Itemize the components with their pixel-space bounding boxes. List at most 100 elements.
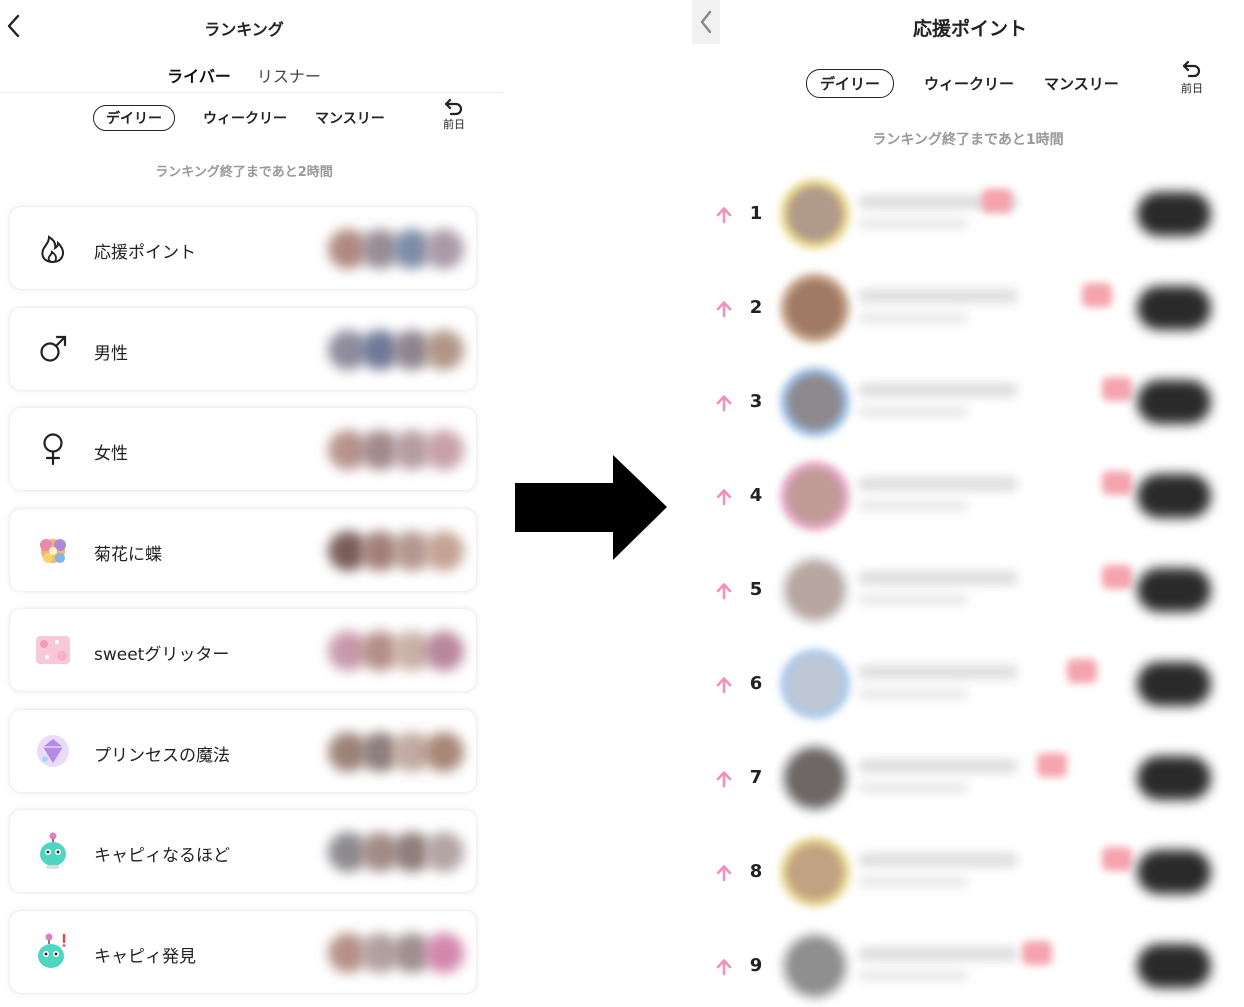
blurred-username	[858, 853, 1018, 867]
avatar[interactable]	[780, 367, 850, 437]
blurred-badge	[1102, 565, 1132, 589]
female-symbol-icon	[34, 430, 72, 468]
blurred-avatars	[328, 832, 472, 872]
period-selector: デイリー ウィークリー マンスリー	[93, 105, 385, 131]
ranking-row[interactable]: 7	[692, 731, 1244, 825]
blurred-badge	[1102, 377, 1132, 401]
pink-up-arrow-icon	[716, 865, 732, 882]
ranking-countdown: ランキング終了まであと1時間	[872, 132, 1064, 148]
ranking-countdown: ランキング終了まであと2時間	[155, 165, 333, 180]
category-card[interactable]: 男性	[9, 306, 477, 391]
blurred-action-button[interactable]	[1137, 192, 1211, 236]
avatar[interactable]	[780, 179, 850, 249]
category-card[interactable]: 菊花に蝶	[9, 507, 477, 592]
category-label: プリンセスの魔法	[94, 745, 230, 766]
rank-number: 3	[749, 391, 763, 412]
category-label: sweetグリッター	[94, 645, 230, 665]
pink-up-arrow-icon	[716, 771, 732, 788]
avatar[interactable]	[780, 273, 850, 343]
blurred-action-button[interactable]	[1137, 568, 1211, 612]
blurred-badge	[1037, 753, 1067, 777]
blurred-action-button[interactable]	[1137, 662, 1211, 706]
rank-number: 1	[749, 203, 763, 224]
ranking-row[interactable]: 8	[692, 825, 1244, 919]
ranking-row[interactable]: 2	[692, 261, 1244, 355]
avatar[interactable]	[780, 837, 850, 907]
ranking-row[interactable]: 1	[692, 167, 1244, 261]
page-title: ランキング	[204, 20, 284, 39]
period-weekly[interactable]: ウィークリー	[924, 73, 1014, 94]
period-daily[interactable]: デイリー	[806, 69, 895, 98]
blurred-avatars	[328, 329, 472, 370]
blurred-points	[858, 595, 968, 605]
blurred-username	[858, 383, 1018, 397]
category-label: 女性	[94, 444, 128, 464]
rank-number: 7	[749, 767, 763, 788]
blurred-action-button[interactable]	[1137, 944, 1211, 988]
period-weekly[interactable]: ウィークリー	[203, 108, 287, 128]
blurred-username	[858, 759, 1018, 773]
blurred-action-button[interactable]	[1137, 850, 1211, 894]
tab-listener[interactable]: リスナー	[257, 63, 321, 87]
blurred-avatars	[328, 731, 472, 772]
role-segment: ライバー リスナー	[0, 63, 488, 87]
blurred-avatars	[328, 631, 472, 671]
rank-number: 2	[749, 297, 763, 318]
avatar[interactable]	[780, 555, 850, 625]
avatar[interactable]	[780, 743, 850, 813]
undo-arrow-icon	[444, 98, 463, 116]
category-card[interactable]: キャピィ発見	[9, 909, 477, 994]
rank-number: 4	[749, 485, 763, 506]
tab-liver[interactable]: ライバー	[167, 63, 231, 87]
ranking-row[interactable]: 4	[692, 449, 1244, 543]
previous-day-button[interactable]: 前日	[440, 98, 468, 132]
ranking-screen: ランキング ライバー リスナー デイリー ウィークリー マンスリー 前日 ランキ…	[0, 0, 502, 1007]
category-label: キャピィ発見	[94, 946, 196, 967]
blurred-avatars	[328, 932, 472, 973]
male-symbol-icon	[34, 330, 72, 368]
blurred-badge	[1102, 847, 1132, 871]
avatar[interactable]	[780, 649, 850, 719]
pink-up-arrow-icon	[716, 207, 732, 224]
avatar[interactable]	[780, 461, 850, 531]
previous-day-button[interactable]: 前日	[1178, 60, 1206, 96]
blurred-avatars	[328, 430, 472, 470]
pink-up-arrow-icon	[716, 583, 732, 600]
blurred-action-button[interactable]	[1137, 380, 1211, 424]
page-title: 応援ポイント	[912, 18, 1027, 40]
ranking-row[interactable]: 3	[692, 355, 1244, 449]
category-card[interactable]: 女性	[9, 407, 477, 491]
pink-up-arrow-icon	[716, 301, 732, 318]
blurred-avatars	[328, 229, 472, 269]
blurred-action-button[interactable]	[1137, 756, 1211, 800]
blurred-username	[858, 665, 1018, 679]
blurred-points	[858, 407, 968, 417]
ranking-row[interactable]: 5	[692, 543, 1244, 637]
pink-up-arrow-icon	[716, 959, 732, 976]
period-daily[interactable]: デイリー	[93, 105, 175, 131]
previous-day-label: 前日	[443, 118, 465, 131]
support-flame-icon	[34, 229, 72, 267]
category-card[interactable]: sweetグリッター	[9, 608, 477, 692]
blurred-action-button[interactable]	[1137, 474, 1211, 518]
blurred-username	[858, 947, 1018, 961]
period-selector: デイリー ウィークリー マンスリー	[806, 69, 1119, 98]
period-monthly[interactable]: マンスリー	[1044, 73, 1119, 94]
category-card[interactable]: 応援ポイント	[9, 206, 477, 290]
blurred-points	[858, 877, 968, 887]
support-points-ranking-screen: 応援ポイント デイリー ウィークリー マンスリー 前日 ランキング終了まであと1…	[692, 0, 1244, 1007]
avatar[interactable]	[780, 931, 850, 1001]
category-label: 菊花に蝶	[94, 544, 162, 565]
blurred-username	[858, 289, 1018, 303]
ranking-row[interactable]: 6	[692, 637, 1244, 731]
category-label: 男性	[94, 343, 128, 364]
blurred-action-button[interactable]	[1137, 286, 1211, 330]
ranking-row[interactable]: 9	[692, 919, 1244, 1007]
blurred-username	[858, 571, 1018, 585]
rank-number: 5	[749, 579, 763, 600]
blurred-points	[858, 313, 968, 323]
category-card[interactable]: キャピィなるほど	[9, 809, 477, 893]
category-card[interactable]: プリンセスの魔法	[9, 708, 477, 793]
pink-up-arrow-icon	[716, 489, 732, 506]
period-monthly[interactable]: マンスリー	[315, 108, 385, 128]
